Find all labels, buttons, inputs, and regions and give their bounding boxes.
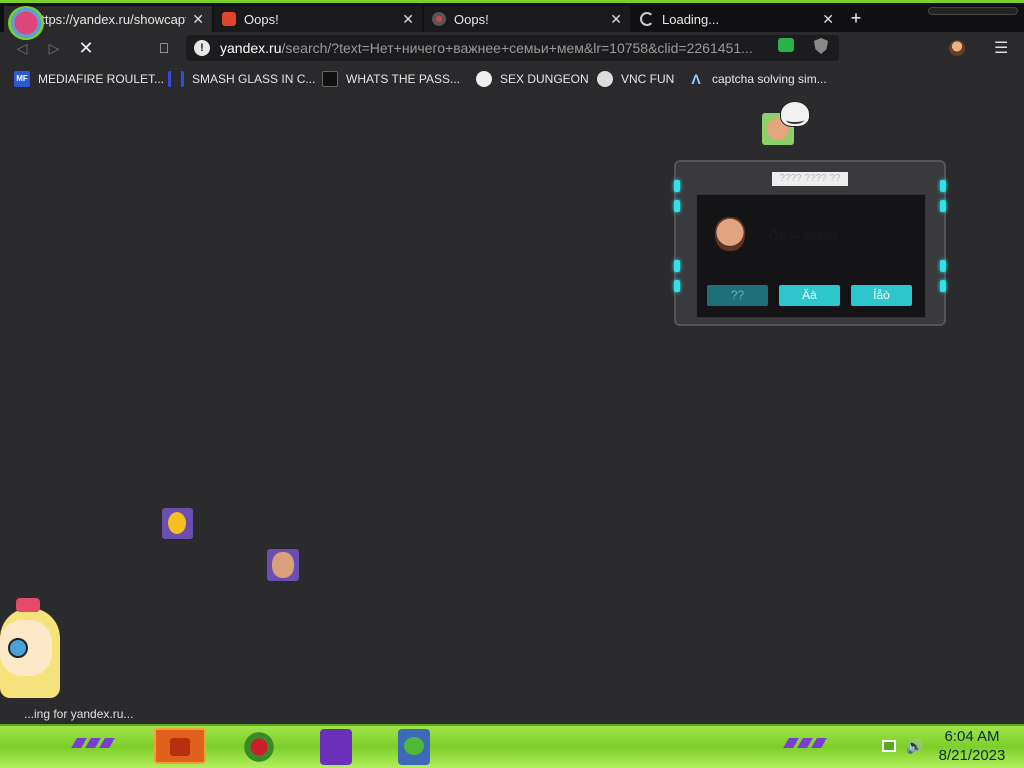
bookmark-label: SEX DUNGEON	[500, 72, 589, 86]
dialog-button-yes[interactable]: Äà	[779, 285, 840, 306]
network-icon[interactable]	[882, 740, 896, 752]
bookmark-label: MEDIAFIRE ROULET...	[38, 72, 165, 86]
face-sprite[interactable]	[267, 549, 299, 581]
bookmark-smash-glass[interactable]: SMASH GLASS IN C...	[168, 71, 315, 87]
green-extension-icon[interactable]	[778, 38, 794, 52]
address-path: /search/?text=Нет+ничего+важнее+семьи+ме…	[281, 40, 753, 56]
character-bow	[16, 598, 40, 612]
bookmark-label: VNC FUN	[621, 72, 675, 86]
bookmark-label: WHATS THE PASS...	[346, 72, 461, 86]
address-bar[interactable]: ! yandex.ru /search/?text=Нет+ничего+важ…	[186, 35, 839, 61]
forward-arrow-icon[interactable]: ▷	[44, 38, 64, 58]
cyan-light	[940, 280, 946, 292]
taskbar-browser-app[interactable]	[244, 729, 274, 765]
start-button[interactable]	[8, 6, 44, 40]
bookmark-vnc-fun[interactable]: VNC FUN	[597, 71, 674, 87]
cyan-light	[674, 280, 680, 292]
tab-title: Oops!	[244, 11, 279, 27]
close-icon[interactable]: ✕	[822, 11, 834, 28]
dialog-title: ???? ???? ??	[772, 172, 848, 186]
bookmark-label: captcha solving sim...	[712, 72, 827, 86]
tab-title: Oops!	[454, 11, 489, 27]
address-domain: yandex.ru	[220, 40, 282, 56]
captcha-lambda-icon: Λ	[691, 71, 701, 87]
system-clock[interactable]: 6:04 AM 8/21/2023	[930, 727, 1014, 765]
new-tab-button[interactable]: +	[846, 9, 866, 29]
cyan-light	[674, 180, 680, 192]
troll-face-sprite[interactable]	[780, 101, 810, 127]
swirl-icon	[432, 12, 446, 26]
bookmark-whats-the-pass[interactable]: WHATS THE PASS...	[322, 71, 460, 87]
loading-spinner-icon	[640, 12, 654, 26]
dialog-button-unknown[interactable]: ??	[707, 285, 768, 306]
taskbar-purple-app[interactable]	[320, 729, 352, 765]
dialog-body: Ôà — äèàëîí ?? Äà Íåò	[696, 194, 926, 318]
dialog-button-no[interactable]: Íåò	[851, 285, 912, 306]
menu-icon[interactable]: ☰	[994, 38, 1008, 58]
cyan-light	[940, 200, 946, 212]
taskbar-decoration	[783, 738, 827, 750]
bookmark-icon[interactable]: ⎕	[154, 38, 174, 58]
tab-title: https://yandex.ru/showcaptcha	[34, 11, 186, 27]
fake-dialog-window: ???? ???? ?? Ôà — äèàëîí ?? Äà Íåò	[674, 160, 946, 326]
face-icon	[715, 217, 745, 251]
tab-oops-1[interactable]: Oops! ✕	[214, 6, 422, 32]
bookmark-sex-dungeon[interactable]: SEX DUNGEON	[476, 71, 589, 87]
back-arrow-icon[interactable]: ◁	[12, 38, 32, 58]
clock-time: 6:04 AM	[944, 728, 1000, 745]
cyan-light	[674, 200, 680, 212]
cartoon-character-sprite	[0, 598, 62, 716]
volume-icon[interactable]: 🔊	[906, 738, 923, 755]
close-icon[interactable]: ✕	[610, 11, 622, 28]
taskbar-decoration	[71, 738, 115, 750]
stop-loading-icon[interactable]: ✕	[76, 38, 96, 58]
tab-oops-2[interactable]: Oops! ✕	[424, 6, 630, 32]
mediafire-icon: MF	[14, 71, 30, 87]
dialog-message: Ôà — äèàëîí	[769, 229, 838, 243]
close-icon[interactable]: ✕	[402, 11, 414, 28]
info-icon[interactable]: !	[194, 40, 210, 56]
bookmarks-bar: MF MEDIAFIRE ROULET... SMASH GLASS IN C.…	[0, 64, 1024, 94]
bookmark-mediafire[interactable]: MF MEDIAFIRE ROULET...	[14, 71, 164, 87]
smash-glass-icon	[168, 71, 184, 87]
taskbar-notes-app[interactable]	[154, 728, 206, 764]
cyan-light	[674, 260, 680, 272]
taskbar-frog-app[interactable]	[398, 729, 430, 765]
yandex-icon	[222, 12, 236, 26]
vnc-icon	[597, 71, 613, 87]
tab-strip: https://yandex.ru/showcaptcha ✕ Oops! ✕ …	[0, 0, 1024, 32]
profile-avatar[interactable]	[949, 40, 965, 56]
dungeon-icon	[476, 71, 492, 87]
character-eye	[8, 638, 28, 658]
bookmark-label: SMASH GLASS IN C...	[192, 72, 316, 86]
navigation-bar: ◁ ▷ ✕ ⎕ ! yandex.ru /search/?text=Нет+ни…	[0, 32, 1024, 64]
clock-date: 8/21/2023	[938, 747, 1006, 764]
lock-icon	[322, 71, 338, 87]
cyan-light	[940, 260, 946, 272]
status-bar: ...ing for yandex.ru...	[0, 707, 140, 723]
close-icon[interactable]: ✕	[192, 11, 204, 28]
tab-loading[interactable]: Loading... ✕	[632, 6, 842, 32]
cyan-light	[940, 180, 946, 192]
window-controls-strip	[928, 7, 1018, 15]
bookmark-captcha-solving[interactable]: Λ captcha solving sim...	[688, 71, 827, 87]
pikachu-sprite[interactable]	[162, 508, 193, 539]
tab-title: Loading...	[662, 11, 720, 27]
